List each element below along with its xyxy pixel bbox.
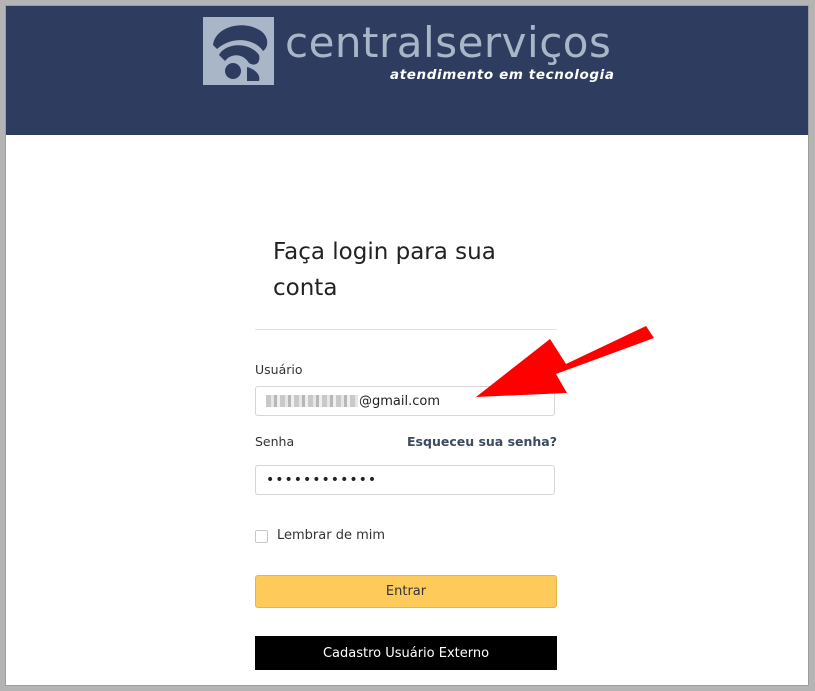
forgot-password-link[interactable]: Esqueceu sua senha? xyxy=(407,434,557,450)
remember-me[interactable]: Lembrar de mim xyxy=(255,528,385,544)
username-label: Usuário xyxy=(255,362,303,377)
login-button[interactable]: Entrar xyxy=(255,575,557,608)
brand-logo-icon[interactable] xyxy=(203,17,274,85)
site-header: centralserviços atendimento em tecnologi… xyxy=(6,6,808,135)
redacted-email-prefix xyxy=(266,395,358,407)
password-value: •••••••••••• xyxy=(266,472,378,488)
title-divider xyxy=(255,329,557,330)
brand-tagline: atendimento em tecnologia xyxy=(390,67,615,83)
password-label: Senha xyxy=(255,434,295,449)
remember-me-checkbox[interactable] xyxy=(255,529,268,543)
brand-name: centralserviços xyxy=(285,18,612,67)
username-input[interactable]: @gmail.com xyxy=(255,386,555,416)
external-register-button[interactable]: Cadastro Usuário Externo xyxy=(255,636,557,670)
browser-viewport: centralserviços atendimento em tecnologi… xyxy=(6,6,808,685)
remember-me-label: Lembrar de mim xyxy=(277,528,386,543)
login-title: Faça login para sua conta xyxy=(273,239,496,301)
username-value: @gmail.com xyxy=(359,393,441,409)
password-input[interactable]: •••••••••••• xyxy=(255,465,555,495)
